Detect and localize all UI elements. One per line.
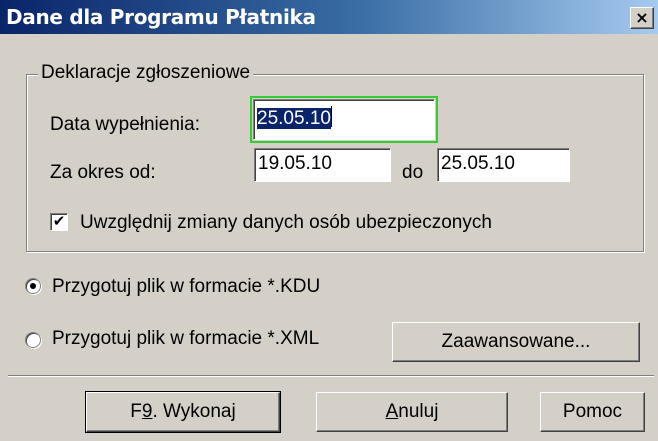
close-button[interactable]: × — [630, 7, 654, 29]
radio-kdu[interactable] — [25, 278, 41, 294]
period-to-input[interactable]: 25.05.10 — [437, 148, 570, 182]
help-button-label: Pomoc — [562, 401, 623, 422]
include-changes-label[interactable]: Uwzględnij zmiany danych osób ubezpieczo… — [80, 212, 492, 234]
execute-button[interactable]: F9. Wykonaj — [85, 391, 281, 433]
radio-xml[interactable] — [25, 332, 41, 348]
advanced-button[interactable]: Zaawansowane... — [392, 322, 640, 362]
period-to-label: do — [402, 162, 424, 183]
fill-date-label: Data wypełnienia: — [50, 114, 200, 135]
separator — [8, 375, 654, 377]
window-title: Dane dla Programu Płatnika — [6, 5, 316, 29]
radio-xml-label[interactable]: Przygotuj plik w formacie *.XML — [52, 328, 319, 350]
advanced-button-label: Zaawansowane... — [441, 331, 591, 352]
fill-date-value: 25.05.10 — [257, 108, 331, 129]
close-icon: × — [635, 8, 649, 27]
execute-button-label: F9. Wykonaj — [130, 401, 236, 422]
include-changes-checkbox[interactable]: ✔ — [50, 213, 68, 231]
fill-date-input[interactable]: 25.05.10 — [250, 96, 438, 143]
radio-kdu-label[interactable]: Przygotuj plik w formacie *.KDU — [52, 276, 320, 298]
help-button[interactable]: Pomoc — [540, 392, 645, 432]
period-from-value: 19.05.10 — [258, 153, 332, 174]
cancel-button[interactable]: Anuluj — [316, 392, 508, 432]
cancel-button-label: Anuluj — [385, 401, 439, 422]
declarations-group-legend: Deklaracje zgłoszeniowe — [38, 62, 254, 84]
period-from-label: Za okres od: — [50, 162, 156, 183]
text-caret — [330, 106, 332, 127]
title-bar[interactable]: Dane dla Programu Płatnika × — [0, 0, 658, 34]
radio-selected-dot — [30, 283, 36, 289]
checkmark-icon: ✔ — [52, 213, 66, 230]
period-to-value: 25.05.10 — [441, 153, 515, 174]
period-from-input[interactable]: 19.05.10 — [254, 148, 391, 182]
